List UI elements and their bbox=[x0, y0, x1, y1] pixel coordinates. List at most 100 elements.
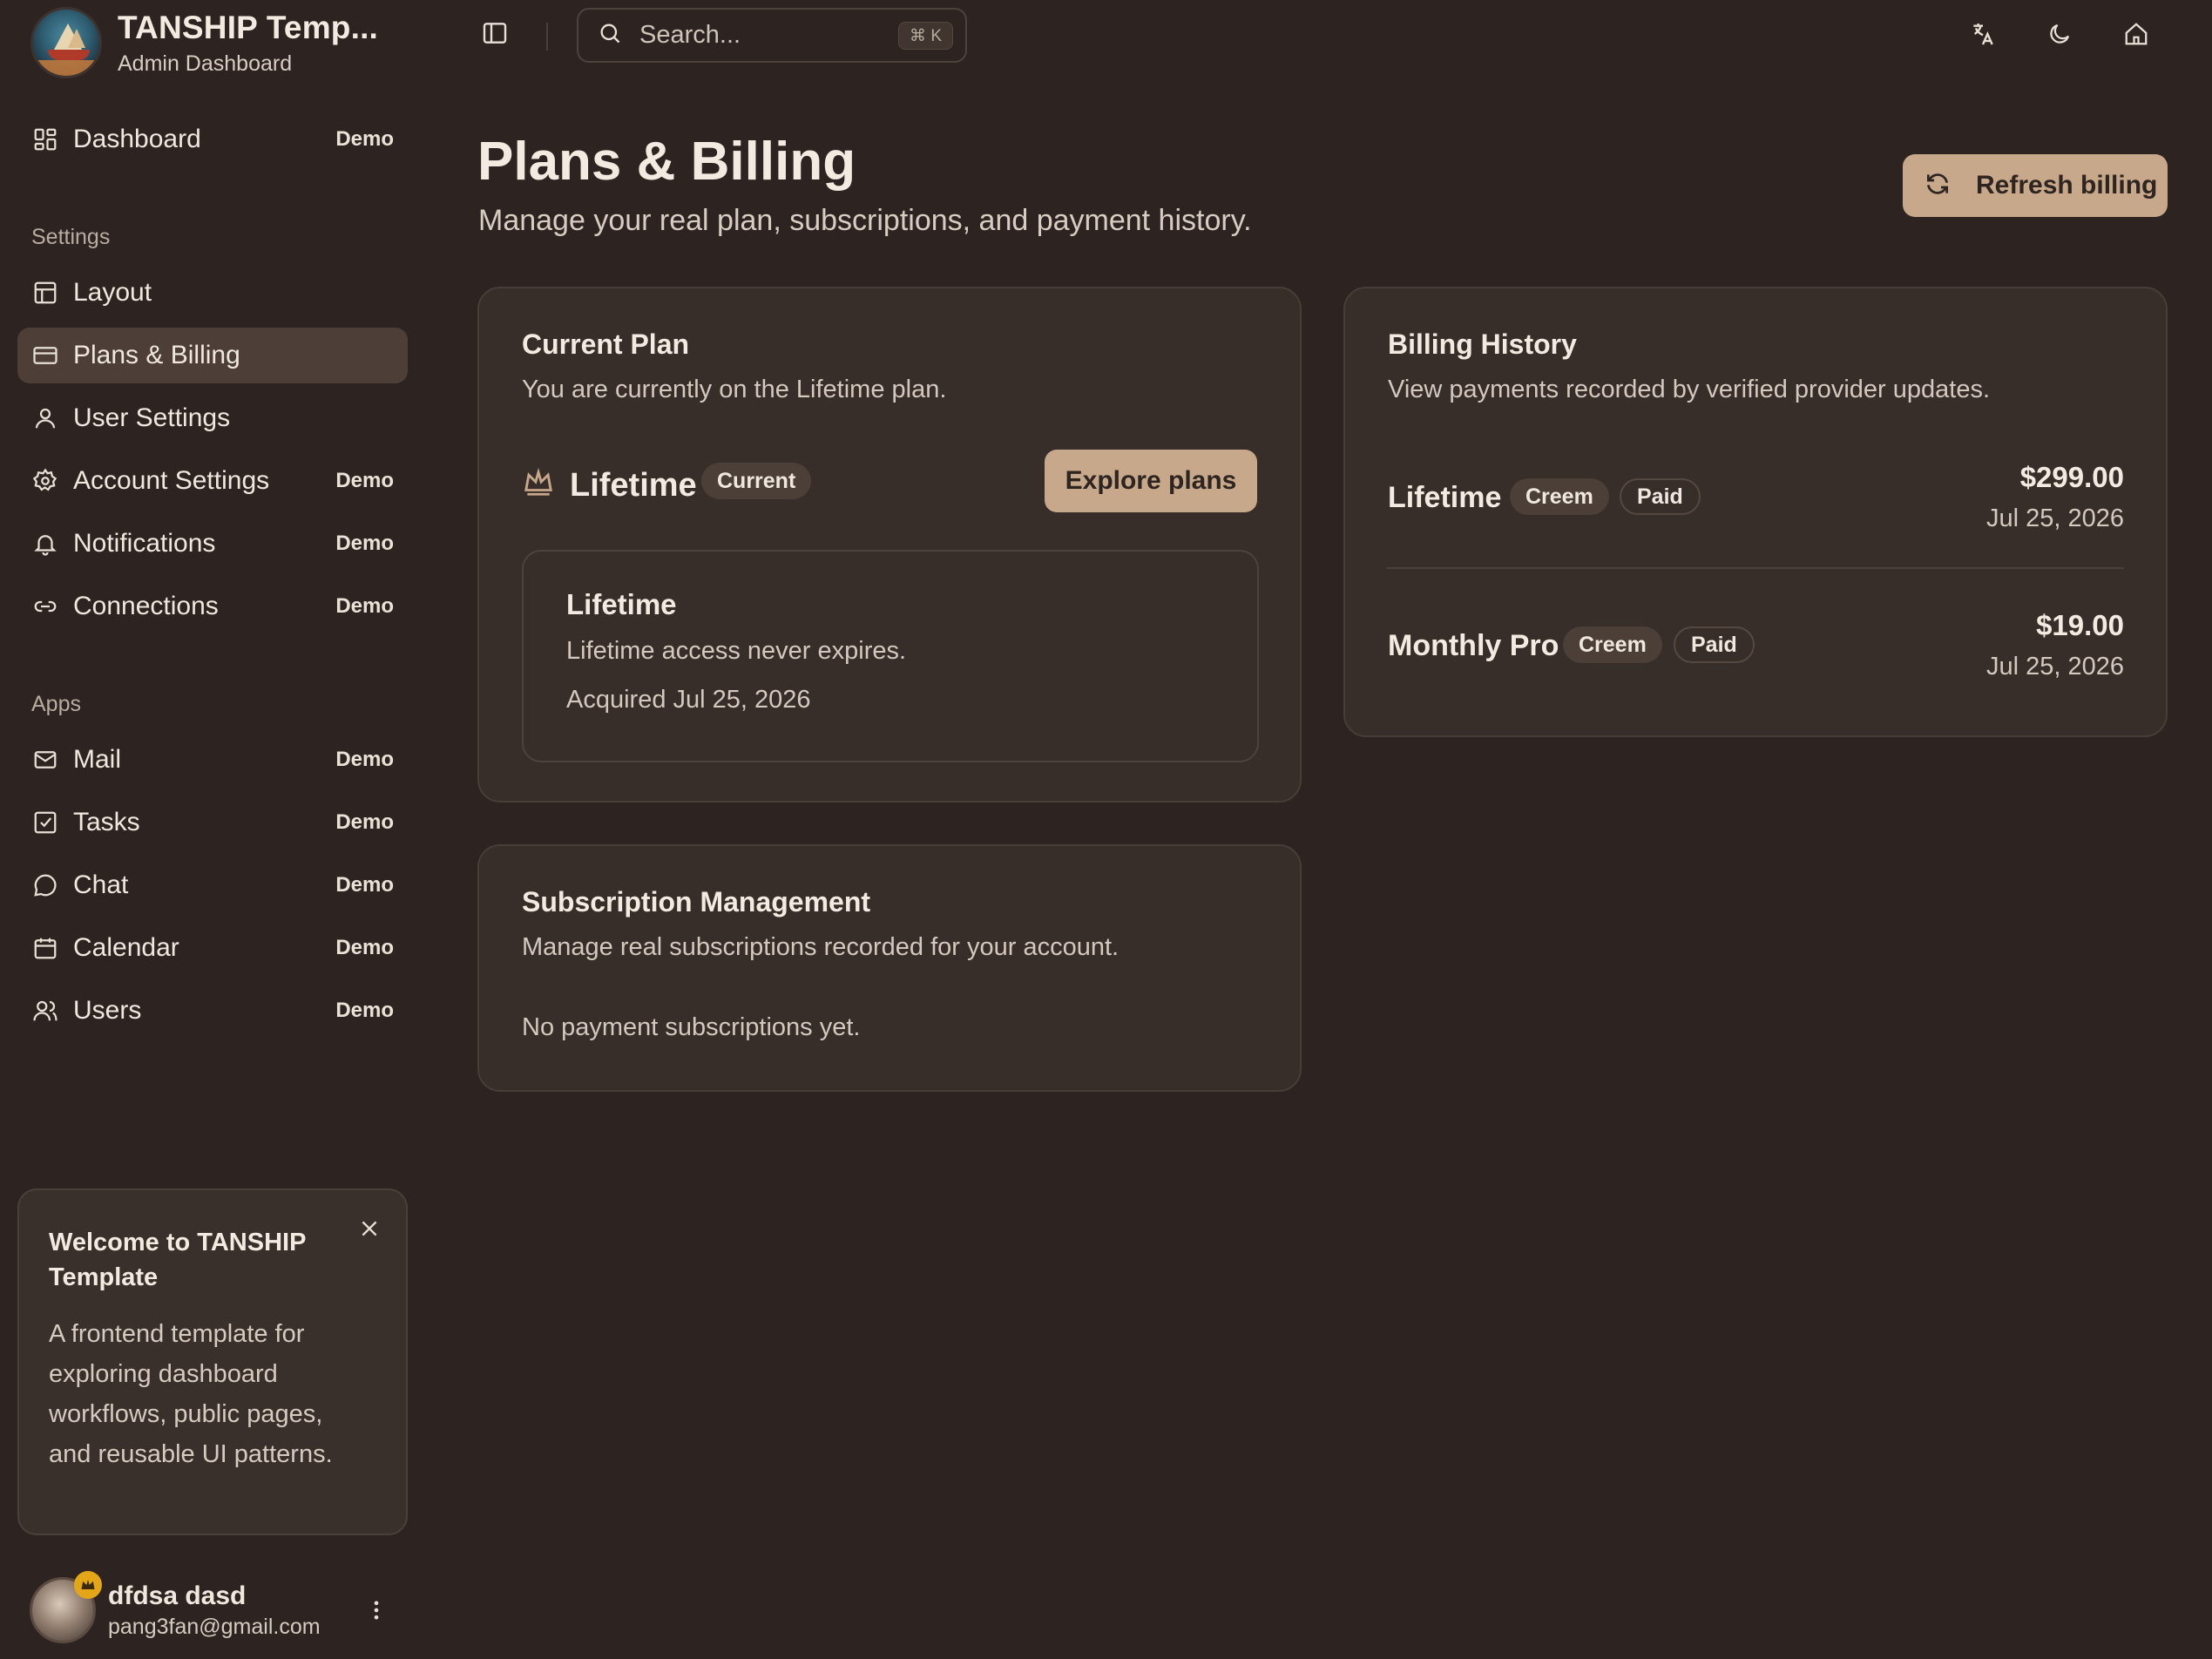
calendar-icon bbox=[31, 934, 59, 962]
explore-plans-button[interactable]: Explore plans bbox=[1045, 450, 1257, 512]
sidebar-item-dashboard[interactable]: Dashboard Demo bbox=[17, 112, 408, 167]
search-icon bbox=[598, 21, 622, 50]
home-icon bbox=[2123, 21, 2149, 51]
welcome-title: Welcome to TANSHIP Template bbox=[49, 1229, 306, 1291]
status-badge: Paid bbox=[1674, 626, 1755, 663]
settings-section-label: Settings bbox=[31, 225, 111, 249]
welcome-body: A frontend template for exploring dashbo… bbox=[49, 1320, 333, 1468]
current-badge: Current bbox=[701, 463, 812, 499]
sidebar-item-label: Chat bbox=[73, 870, 129, 899]
app-root: TANSHIP Temp... Admin Dashboard Dashboar… bbox=[0, 0, 2212, 1659]
users-icon bbox=[31, 997, 59, 1025]
crown-icon bbox=[522, 465, 555, 503]
sidebar-item-layout[interactable]: Layout bbox=[17, 265, 408, 321]
layout-icon bbox=[31, 279, 59, 307]
brand[interactable]: TANSHIP Temp... Admin Dashboard bbox=[30, 7, 378, 78]
card-description: You are currently on the Lifetime plan. bbox=[522, 376, 947, 403]
sidebar-item-plans-billing[interactable]: Plans & Billing bbox=[17, 328, 408, 383]
brand-logo bbox=[30, 7, 102, 78]
apps-section-label: Apps bbox=[31, 692, 81, 716]
home-button[interactable] bbox=[2112, 11, 2161, 60]
sidebar-item-label: Account Settings bbox=[73, 466, 270, 495]
sidebar-item-calendar[interactable]: Calendar Demo bbox=[17, 920, 408, 976]
billing-entry-amount: $19.00 bbox=[2036, 609, 2124, 641]
theme-toggle-button[interactable] bbox=[2035, 11, 2084, 60]
sidebar-toggle-button[interactable] bbox=[470, 10, 519, 59]
brand-title: TANSHIP Temp... bbox=[118, 9, 379, 45]
demo-badge: Demo bbox=[335, 810, 394, 834]
translate-icon bbox=[1969, 20, 1997, 52]
sidebar-item-label: Mail bbox=[73, 745, 122, 774]
search-placeholder: Search... bbox=[639, 21, 741, 49]
search-input[interactable]: Search... ⌘ K bbox=[577, 8, 967, 63]
billing-entry-name: Lifetime bbox=[1388, 481, 1502, 514]
sidebar-item-label: Plans & Billing bbox=[73, 341, 240, 369]
sidebar-item-users[interactable]: Users Demo bbox=[17, 983, 408, 1039]
sidebar-item-notifications[interactable]: Notifications Demo bbox=[17, 516, 408, 572]
user-profile[interactable]: dfdsa dasd pang3fan@gmail.com bbox=[30, 1571, 408, 1645]
bell-icon bbox=[31, 530, 59, 558]
close-icon[interactable] bbox=[354, 1213, 385, 1244]
refresh-billing-label: Refresh billing bbox=[1976, 171, 2158, 200]
refresh-icon bbox=[1924, 170, 1952, 202]
divider bbox=[546, 23, 548, 51]
card-title: Billing History bbox=[1388, 328, 1577, 360]
billing-entry-date: Jul 25, 2026 bbox=[1985, 653, 2124, 681]
mail-icon bbox=[31, 746, 59, 774]
sidebar-item-label: Connections bbox=[73, 592, 219, 620]
provider-badge: Creem bbox=[1563, 626, 1662, 663]
sidebar-item-connections[interactable]: Connections Demo bbox=[17, 579, 408, 634]
demo-badge: Demo bbox=[335, 469, 394, 492]
plan-detail-description: Lifetime access never expires. bbox=[566, 637, 907, 665]
divider bbox=[1387, 567, 2124, 569]
more-vertical-icon[interactable] bbox=[361, 1595, 392, 1626]
language-button[interactable] bbox=[1958, 11, 2007, 60]
sidebar: TANSHIP Temp... Admin Dashboard Dashboar… bbox=[0, 0, 425, 1659]
sidebar-item-chat[interactable]: Chat Demo bbox=[17, 857, 408, 913]
demo-badge: Demo bbox=[335, 936, 394, 959]
user-name: dfdsa dasd bbox=[108, 1581, 247, 1610]
subscription-management-card: Subscription Management Manage real subs… bbox=[477, 844, 1302, 1092]
sidebar-item-label: Tasks bbox=[73, 808, 140, 836]
provider-badge: Creem bbox=[1510, 478, 1609, 515]
demo-badge: Demo bbox=[335, 594, 394, 618]
sidebar-item-account-settings[interactable]: Account Settings Demo bbox=[17, 453, 408, 509]
plan-name: Lifetime bbox=[570, 467, 697, 504]
sidebar-item-label: Notifications bbox=[73, 529, 216, 558]
brand-subtitle: Admin Dashboard bbox=[118, 51, 293, 76]
sidebar-item-user-settings[interactable]: User Settings bbox=[17, 390, 408, 446]
refresh-billing-button[interactable]: Refresh billing bbox=[1903, 154, 2168, 217]
sidebar-item-label: Calendar bbox=[73, 933, 179, 962]
card-title: Subscription Management bbox=[522, 886, 871, 918]
demo-badge: Demo bbox=[335, 999, 394, 1022]
moon-icon bbox=[2046, 21, 2073, 51]
status-badge: Paid bbox=[1620, 478, 1701, 515]
sidebar-item-tasks[interactable]: Tasks Demo bbox=[17, 795, 408, 850]
card-description: View payments recorded by verified provi… bbox=[1388, 376, 1991, 403]
billing-entry-name: Monthly Pro bbox=[1388, 629, 1559, 662]
sidebar-item-label: Dashboard bbox=[73, 125, 201, 153]
card-description: Manage real subscriptions recorded for y… bbox=[522, 933, 1120, 961]
crown-badge-icon bbox=[74, 1571, 102, 1599]
demo-badge: Demo bbox=[335, 127, 394, 151]
plan-detail-title: Lifetime bbox=[566, 588, 677, 620]
sidebar-item-label: User Settings bbox=[73, 403, 231, 432]
card-title: Current Plan bbox=[522, 328, 690, 360]
empty-state-text: No payment subscriptions yet. bbox=[522, 1013, 861, 1041]
billing-entry-amount: $299.00 bbox=[2019, 461, 2124, 493]
current-plan-card: Current Plan You are currently on the Li… bbox=[477, 287, 1302, 802]
sidebar-item-label: Users bbox=[73, 996, 142, 1025]
sidebar-item-mail[interactable]: Mail Demo bbox=[17, 732, 408, 788]
plan-detail-box: Lifetime Lifetime access never expires. … bbox=[522, 550, 1259, 762]
sidebar-item-label: Layout bbox=[73, 278, 152, 307]
demo-badge: Demo bbox=[335, 532, 394, 555]
dashboard-icon bbox=[31, 125, 59, 153]
credit-card-icon bbox=[31, 342, 59, 369]
billing-history-card: Billing History View payments recorded b… bbox=[1343, 287, 2168, 737]
panel-left-icon bbox=[481, 19, 509, 51]
link-icon bbox=[31, 592, 59, 620]
page-title: Plans & Billing bbox=[477, 132, 856, 192]
page-subtitle: Manage your real plan, subscriptions, an… bbox=[478, 204, 1252, 237]
demo-badge: Demo bbox=[335, 873, 394, 897]
user-icon bbox=[31, 404, 59, 432]
